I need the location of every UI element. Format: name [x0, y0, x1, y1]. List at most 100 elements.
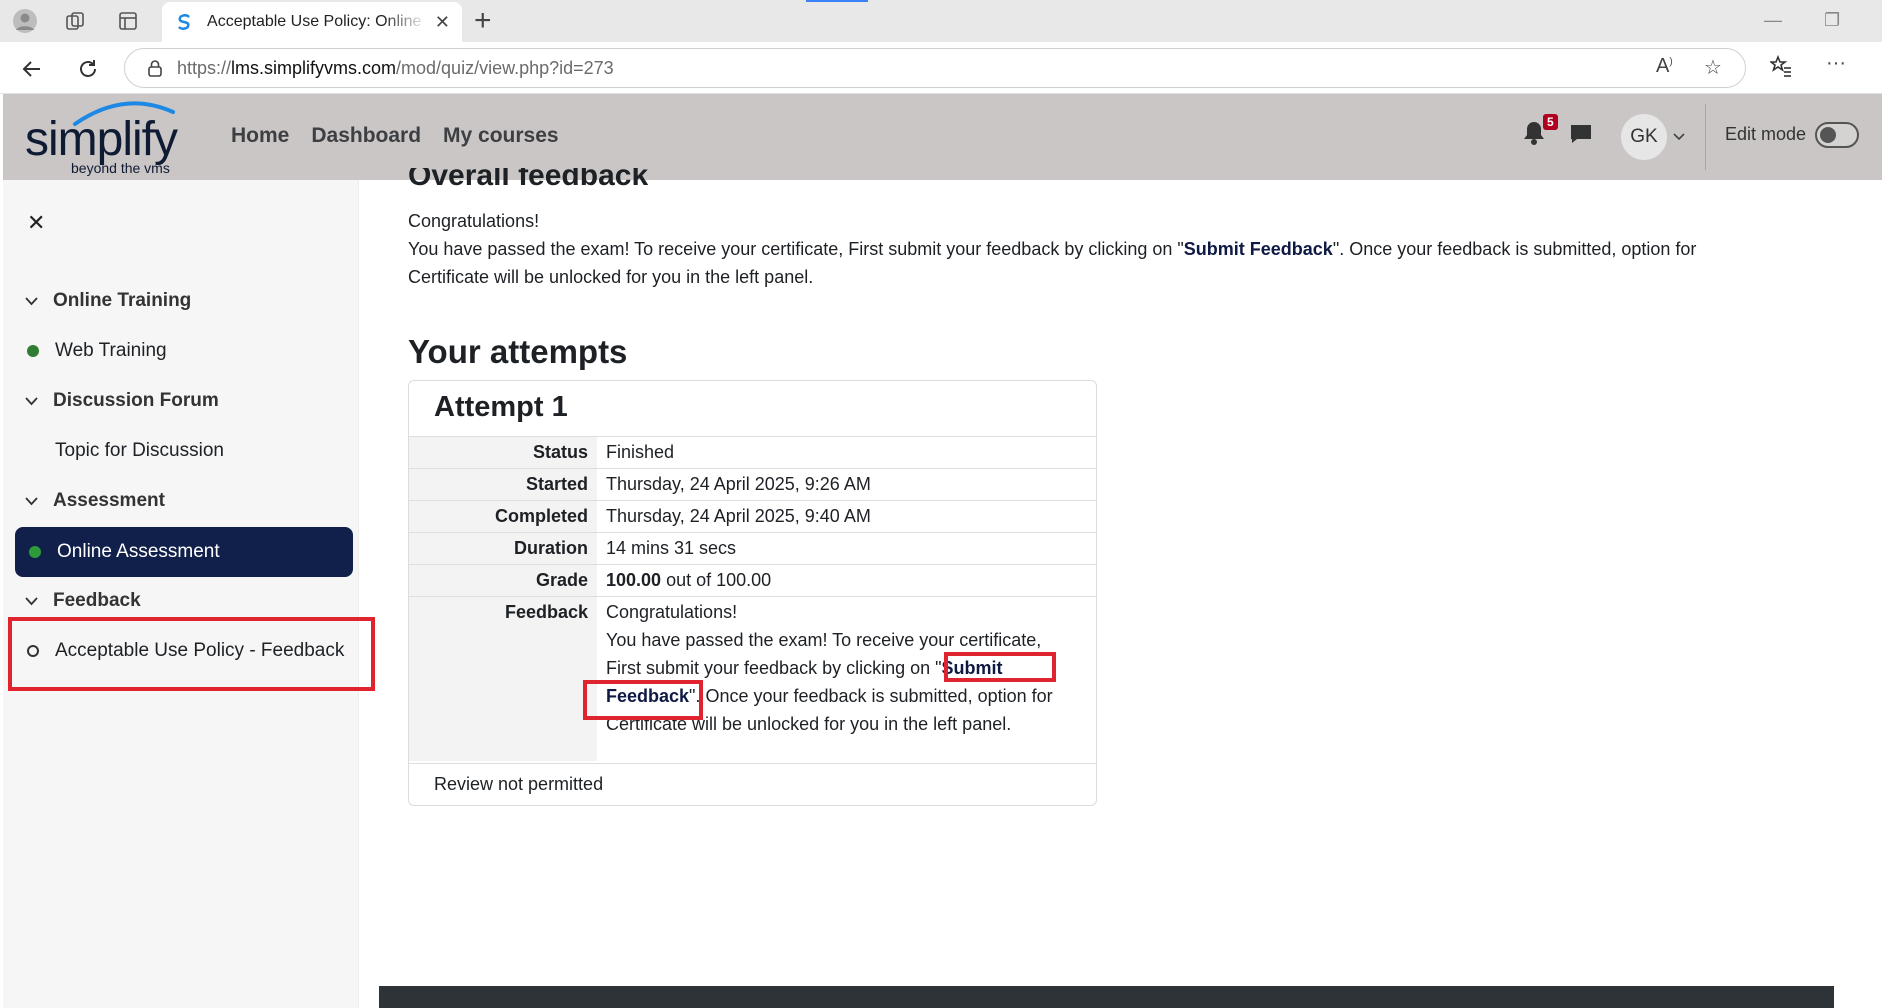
item-label: Online Assessment [57, 541, 220, 562]
chevron-down-icon [25, 594, 41, 609]
highlight-annotation [8, 617, 375, 691]
table-row: Started Thursday, 24 April 2025, 9:26 AM [409, 468, 1096, 500]
attempt-card-footer: Review not permitted [409, 763, 1096, 805]
grade-value: 100.00 [606, 570, 662, 590]
chevron-down-icon [25, 494, 41, 509]
chevron-down-icon[interactable] [1673, 128, 1685, 146]
row-label: Duration [409, 533, 597, 564]
completion-dot-icon [29, 546, 41, 558]
url-scheme: https:// [177, 57, 232, 78]
chevron-down-icon [25, 394, 41, 409]
refresh-icon[interactable] [74, 55, 102, 83]
row-label: Feedback [409, 597, 597, 761]
edit-mode-label: Edit mode [1725, 124, 1807, 144]
item-label: Web Training [55, 340, 167, 361]
logo-word: simplify [25, 113, 178, 166]
more-icon[interactable]: ··· [1826, 52, 1846, 75]
logo-tagline: beyond the vms [71, 160, 170, 176]
row-value: Thursday, 24 April 2025, 9:40 AM [597, 501, 1096, 532]
restore-icon[interactable]: ❐ [1824, 10, 1840, 31]
grade-suffix: out of 100.00 [661, 570, 772, 590]
new-tab-icon[interactable]: + [474, 6, 492, 36]
overall-feedback-text: Congratulations! You have passed the exa… [408, 207, 1696, 291]
highlight-annotation [944, 652, 1056, 682]
tab-close-icon[interactable]: ✕ [435, 12, 450, 33]
page-footer [379, 986, 1834, 1008]
table-row: Duration 14 mins 31 secs [409, 532, 1096, 564]
drawer-item-online-assessment[interactable]: Online Assessment [15, 527, 353, 577]
row-label: Status [409, 437, 597, 468]
row-value: 100.00 out of 100.00 [597, 565, 1096, 596]
tab-actions-icon[interactable] [115, 8, 141, 34]
notification-count-badge: 5 [1543, 114, 1558, 130]
tab-title: Acceptable Use Policy: Online Assessment [207, 13, 427, 30]
item-label: Topic for Discussion [55, 440, 224, 461]
drawer-item-web-training[interactable]: Web Training [27, 340, 167, 362]
section-title: Discussion Forum [53, 390, 219, 411]
favorites-icon[interactable] [1768, 54, 1792, 83]
row-value: Thursday, 24 April 2025, 9:26 AM [597, 469, 1096, 500]
msg-pre: You have passed the exam! To receive you… [408, 239, 1184, 259]
url-text: https://lms.simplifyvms.com/mod/quiz/vie… [177, 58, 614, 79]
table-row: Status Finished [409, 436, 1096, 468]
chevron-down-icon [25, 294, 41, 309]
drawer-item-topic-for-discussion[interactable]: Topic for Discussion [55, 440, 224, 462]
table-row-grade: Grade 100.00 out of 100.00 [409, 564, 1096, 596]
nav-my-courses[interactable]: My courses [443, 124, 559, 148]
minimize-icon[interactable]: — [1764, 10, 1782, 31]
collections-icon[interactable] [62, 8, 88, 34]
site-favicon-icon [178, 14, 190, 30]
msg-post: ". Once your feedback is submitted, opti… [1332, 239, 1697, 259]
read-aloud-icon[interactable]: A) [1656, 55, 1673, 78]
row-value: Finished [597, 437, 1096, 468]
loading-indicator [806, 0, 868, 2]
row-value: 14 mins 31 secs [597, 533, 1096, 564]
section-feedback[interactable]: Feedback [25, 590, 141, 612]
nav-home[interactable]: Home [231, 124, 289, 148]
feedback-pre: First submit your feedback by clicking o… [606, 658, 942, 678]
row-label: Grade [409, 565, 597, 596]
section-assessment[interactable]: Assessment [25, 490, 165, 512]
favorite-star-icon[interactable]: ☆ [1704, 55, 1722, 80]
url-host: lms.simplifyvms.com [231, 57, 397, 78]
header-divider [1705, 104, 1706, 170]
attempt-card: Attempt 1 Status Finished Started Thursd… [408, 380, 1097, 806]
row-label: Started [409, 469, 597, 500]
table-row: Completed Thursday, 24 April 2025, 9:40 … [409, 500, 1096, 532]
section-online-training[interactable]: Online Training [25, 290, 191, 312]
feedback-line: Congratulations! [606, 602, 738, 622]
browser-tab-active[interactable]: Acceptable Use Policy: Online Assessment… [162, 2, 462, 42]
section-title: Assessment [53, 490, 165, 511]
course-index-drawer: ✕ Online Training Web Training Discussio… [3, 180, 375, 1008]
profile-icon[interactable] [12, 8, 38, 34]
overall-feedback-heading: Overall feedback [408, 168, 649, 192]
lock-icon[interactable] [147, 59, 163, 77]
simplify-logo[interactable]: simplify beyond the vms [21, 98, 191, 176]
submit-feedback-emphasis: Submit Feedback [1183, 239, 1333, 259]
site-header: simplify beyond the vms Home Dashboard M… [3, 94, 1882, 180]
main-nav: Home Dashboard My courses [231, 124, 559, 148]
close-drawer-icon[interactable]: ✕ [27, 210, 45, 236]
browser-tab-bar: Acceptable Use Policy: Online Assessment… [0, 0, 1882, 42]
nav-dashboard[interactable]: Dashboard [311, 124, 421, 148]
url-input[interactable]: https://lms.simplifyvms.com/mod/quiz/vie… [124, 48, 1746, 88]
attempt-title: Attempt 1 [434, 391, 568, 423]
feedback-post: ". Once your feedback is submitted, opti… [689, 686, 1053, 706]
review-status: Review not permitted [434, 774, 604, 794]
highlight-annotation [583, 680, 703, 720]
messages-icon[interactable] [1569, 122, 1593, 146]
user-avatar[interactable]: GK [1621, 114, 1667, 160]
your-attempts-heading: Your attempts [408, 333, 628, 370]
feedback-message: You have passed the exam! To receive you… [408, 235, 1696, 263]
edit-mode-toggle[interactable] [1815, 122, 1859, 148]
section-title: Feedback [53, 590, 141, 611]
section-title: Online Training [53, 290, 192, 311]
back-icon[interactable] [18, 55, 46, 83]
url-path: /mod/quiz/view.php?id=273 [396, 57, 614, 78]
msg-line2: Certificate will be unlocked for you in … [408, 267, 814, 287]
completion-dot-icon [27, 345, 39, 357]
row-label: Completed [409, 501, 597, 532]
section-discussion-forum[interactable]: Discussion Forum [25, 390, 219, 412]
congrats-text: Congratulations! [408, 211, 540, 231]
feedback-line: You have passed the exam! To receive you… [606, 630, 1042, 650]
